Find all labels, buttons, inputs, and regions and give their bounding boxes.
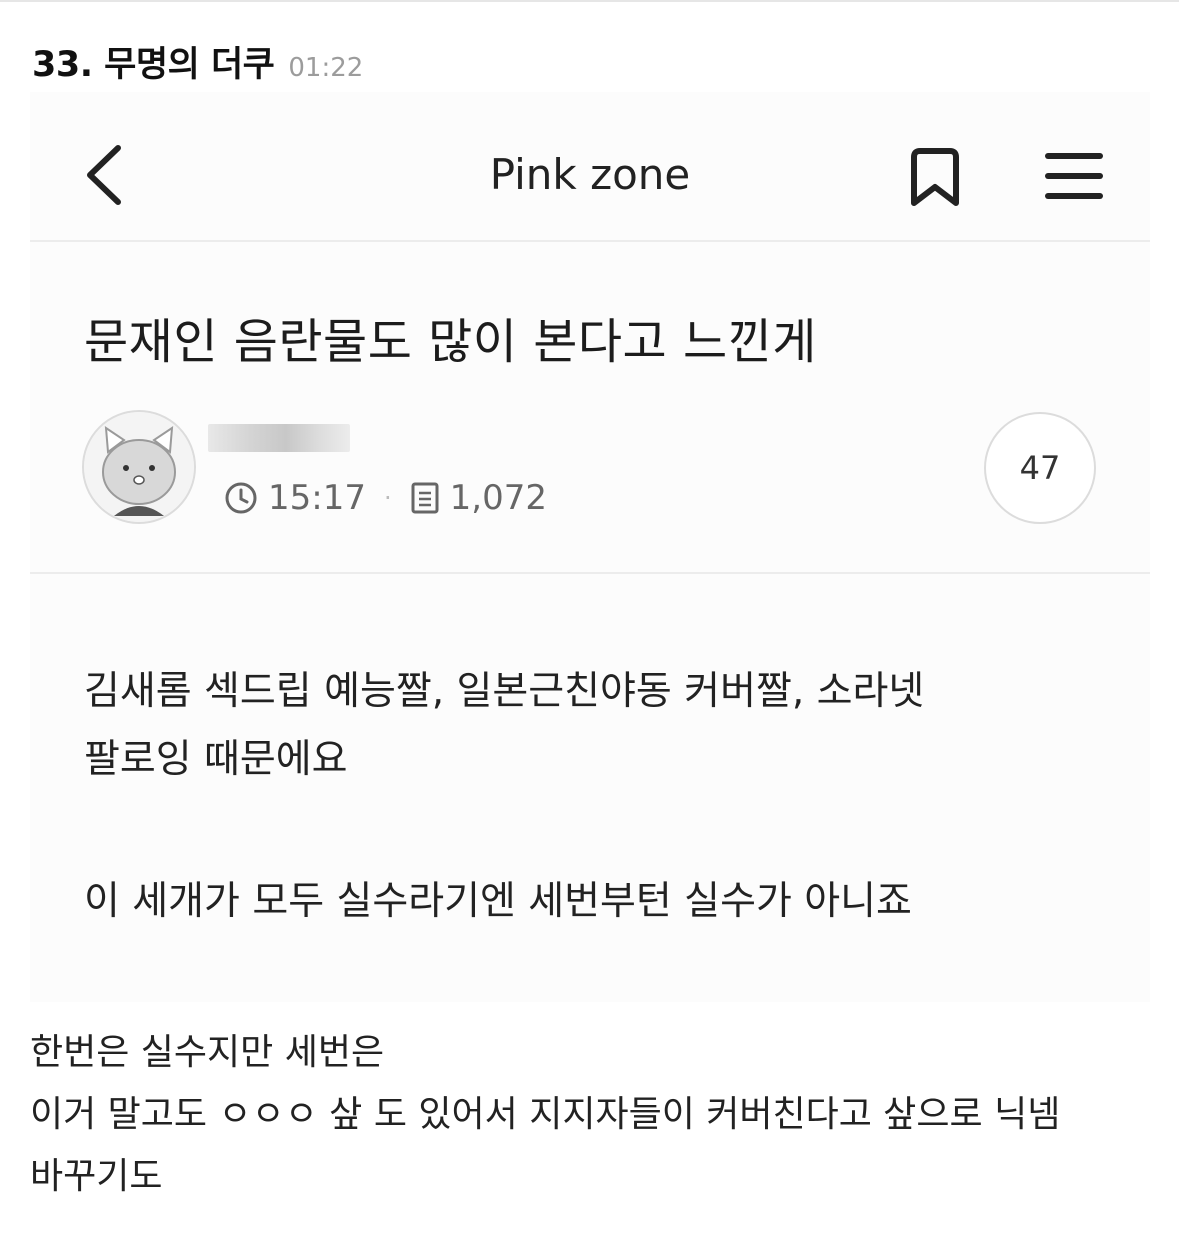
comment-caption: 한번은 실수지만 세번은 이거 말고도 ㅇㅇㅇ 샆 도 있어서 지지자들이 커버…: [30, 1022, 1150, 1208]
post-title: 문재인 음란물도 많이 본다고 느낀게: [84, 314, 817, 370]
document-icon: [411, 482, 439, 514]
caption-line: 바꾸기도: [30, 1156, 163, 1197]
cat-avatar-icon: [84, 412, 194, 522]
meta-separator: ·: [383, 484, 392, 512]
post-body-paragraph: 이 세개가 모두 실수라기엔 세번부턴 실수가 아니죠: [84, 868, 1124, 936]
post-body-line: 이 세개가 모두 실수라기엔 세번부턴 실수가 아니죠: [84, 879, 912, 924]
app-nav-bar: Pink zone: [30, 92, 1150, 242]
post-body-line: 김새롬 섹드립 예능짤, 일본근친야동 커버짤, 소라넷: [84, 669, 925, 714]
caption-line: 이거 말고도 ㅇㅇㅇ 샆 도 있어서 지지자들이 커버친다고 샆으로 닉넴: [30, 1094, 1061, 1135]
caption-line: 한번은 실수지만 세번은: [30, 1032, 385, 1073]
comment-header: 33. 무명의 더쿠 01:22: [32, 36, 363, 87]
comment-author: 33. 무명의 더쿠: [32, 45, 275, 85]
view-count: 1,072: [449, 478, 547, 518]
top-divider: [0, 0, 1179, 2]
post-body-line: 팔로잉 때문에요: [84, 737, 348, 782]
nav-title: Pink zone: [489, 150, 691, 199]
comment-count: 47: [1019, 449, 1061, 487]
clock-icon: [225, 482, 257, 514]
comment-time: 01:22: [288, 53, 364, 83]
divider: [30, 240, 1150, 242]
post-meta: 15:17 · 1,072: [224, 478, 547, 518]
divider: [30, 572, 1150, 574]
embedded-screenshot: Pink zone 문재인 음란물도 많이 본다고 느낀게 15:17 · 1,…: [30, 92, 1150, 1002]
bookmark-icon[interactable]: [906, 147, 964, 209]
post-time: 15:17: [268, 478, 366, 518]
author-name-blurred: [208, 424, 350, 452]
hamburger-menu-icon[interactable]: [1044, 150, 1104, 202]
post-body-paragraph: 김새롬 섹드립 예능짤, 일본근친야동 커버짤, 소라넷 팔로잉 때문에요: [84, 658, 1124, 794]
comment-count-badge[interactable]: 47: [984, 412, 1096, 524]
avatar[interactable]: [82, 410, 196, 524]
